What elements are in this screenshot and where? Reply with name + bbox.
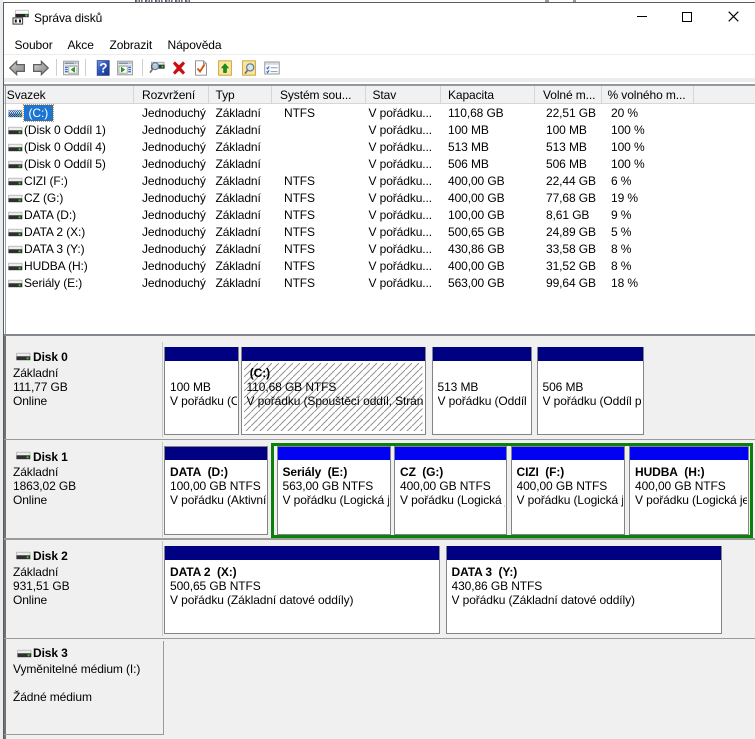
- svg-text:?: ?: [99, 60, 107, 75]
